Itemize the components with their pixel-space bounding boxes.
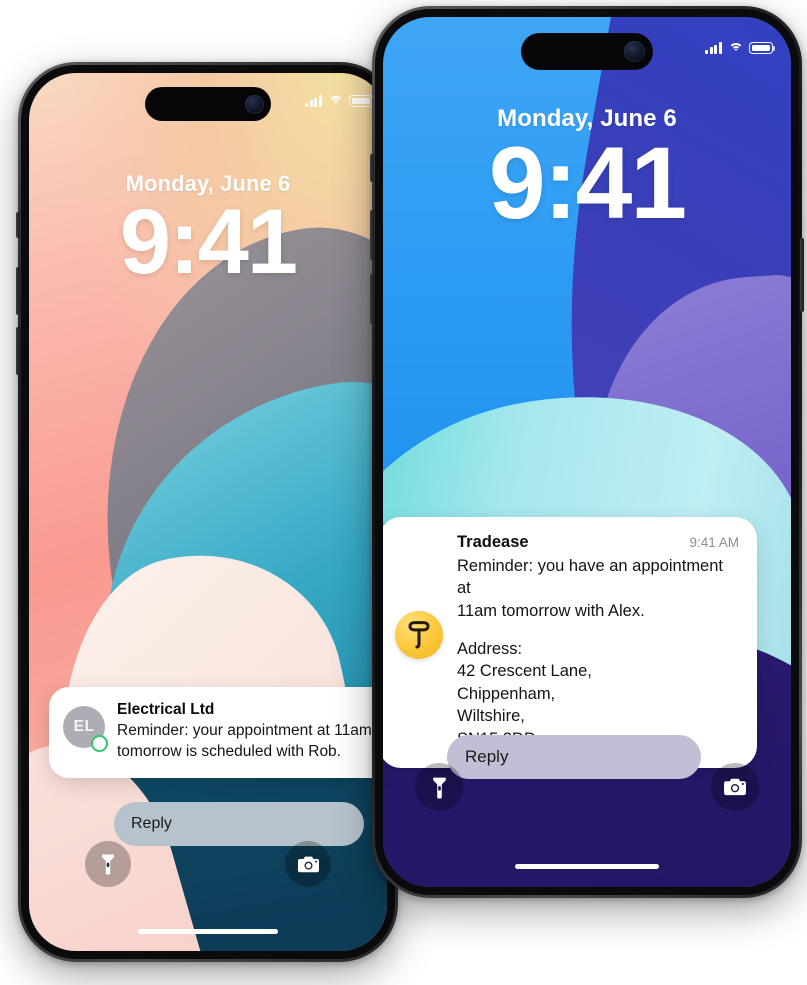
camera-icon — [297, 856, 319, 872]
camera-icon — [724, 778, 746, 796]
notification-card-front[interactable]: Tradease 9:41 AM Reminder: you have an a… — [383, 517, 757, 769]
avatar: EL — [63, 706, 108, 752]
tradease-t-logo-icon — [408, 621, 430, 649]
cellular-bars-icon — [705, 42, 722, 54]
notification-message-line-2: tomorrow is scheduled with Rob. — [117, 742, 341, 760]
phone-front: Monday, June 6 9:41 Tradease 9:41 AM Rem… — [370, 6, 804, 898]
notification-app-name: Tradease — [457, 533, 529, 551]
dynamic-island-back — [145, 87, 271, 121]
front-camera-lens-back — [245, 94, 264, 114]
flashlight-button-back[interactable] — [85, 841, 131, 887]
flashlight-icon — [432, 777, 446, 798]
reply-button-label: Reply — [131, 815, 172, 832]
phone-back: Monday, June 6 9:41 EL Electrical Ltd 9: — [16, 62, 400, 962]
notification-address-line-2: Chippenham, — [457, 684, 556, 703]
camera-button-back[interactable] — [285, 841, 331, 887]
reply-button-front[interactable]: Reply — [447, 735, 701, 779]
notification-message-line-1: Reminder: your appointment at 11am — [117, 722, 372, 739]
volume-up-front[interactable] — [370, 210, 374, 260]
volume-up-back[interactable] — [16, 267, 20, 315]
notification-body-front: Tradease 9:41 AM Reminder: you have an a… — [395, 533, 739, 750]
tradease-app-icon — [395, 611, 443, 659]
avatar-status-badge — [91, 735, 108, 752]
notification-timestamp: 9:41 AM — [689, 535, 739, 550]
silent-switch-front[interactable] — [370, 154, 374, 182]
notification-address-line-1: 42 Crescent Lane, — [457, 662, 592, 681]
front-camera-lens-front — [624, 41, 645, 62]
phone-front-screen: Monday, June 6 9:41 Tradease 9:41 AM Rem… — [383, 17, 791, 887]
notification-message-front: Reminder: you have an appointment at 11a… — [457, 555, 739, 750]
notification-header-front: Tradease 9:41 AM — [457, 533, 739, 552]
cellular-bars-icon — [305, 95, 322, 107]
battery-icon — [749, 42, 776, 54]
reply-button-label: Reply — [465, 747, 509, 766]
wifi-icon — [328, 95, 343, 107]
reply-button-back[interactable]: Reply — [114, 802, 364, 846]
notification-card-back[interactable]: EL Electrical Ltd 9: Reminder: your appo… — [49, 687, 387, 779]
status-bar-back — [305, 95, 376, 107]
notification-text-back: Electrical Ltd 9: Reminder: your appoint… — [117, 701, 387, 762]
notification-text-front: Tradease 9:41 AM Reminder: you have an a… — [457, 533, 739, 750]
power-button-front[interactable] — [800, 238, 804, 312]
notification-body-back: EL Electrical Ltd 9: Reminder: your appo… — [63, 701, 387, 762]
notification-app-name: Electrical Ltd — [117, 701, 215, 718]
lock-time-back: 9:41 — [119, 191, 298, 293]
flashlight-icon — [102, 854, 114, 875]
avatar-initials: EL — [73, 718, 95, 735]
notification-message-line-2: 11am tomorrow with Alex. — [457, 601, 645, 620]
volume-down-back[interactable] — [16, 327, 20, 375]
lock-clock-back: Monday, June 6 9:41 — [29, 171, 387, 293]
notification-address-line-3: Wiltshire, — [457, 707, 525, 726]
screenshot-stage: Monday, June 6 9:41 EL Electrical Ltd 9: — [0, 0, 807, 985]
volume-down-front[interactable] — [370, 274, 374, 324]
lock-time-front: 9:41 — [488, 126, 687, 240]
flashlight-button-front[interactable] — [415, 763, 463, 811]
notification-message-spacer — [457, 622, 739, 638]
home-indicator-back[interactable] — [138, 929, 278, 934]
phone-back-screen: Monday, June 6 9:41 EL Electrical Ltd 9: — [29, 73, 387, 951]
wifi-icon — [728, 42, 743, 54]
dynamic-island-front — [521, 33, 653, 70]
notification-message-line-1: Reminder: you have an appointment at — [457, 557, 723, 598]
lock-clock-front: Monday, June 6 9:41 — [383, 105, 791, 240]
battery-icon — [349, 95, 376, 107]
notification-header-back: Electrical Ltd 9: — [117, 701, 387, 719]
silent-switch-back[interactable] — [16, 212, 20, 238]
notification-address-label: Address: — [457, 639, 523, 658]
camera-button-front[interactable] — [711, 763, 759, 811]
status-bar-front — [705, 42, 776, 54]
home-indicator-front[interactable] — [515, 864, 659, 869]
notification-message-back: Reminder: your appointment at 11am tomor… — [117, 721, 387, 762]
